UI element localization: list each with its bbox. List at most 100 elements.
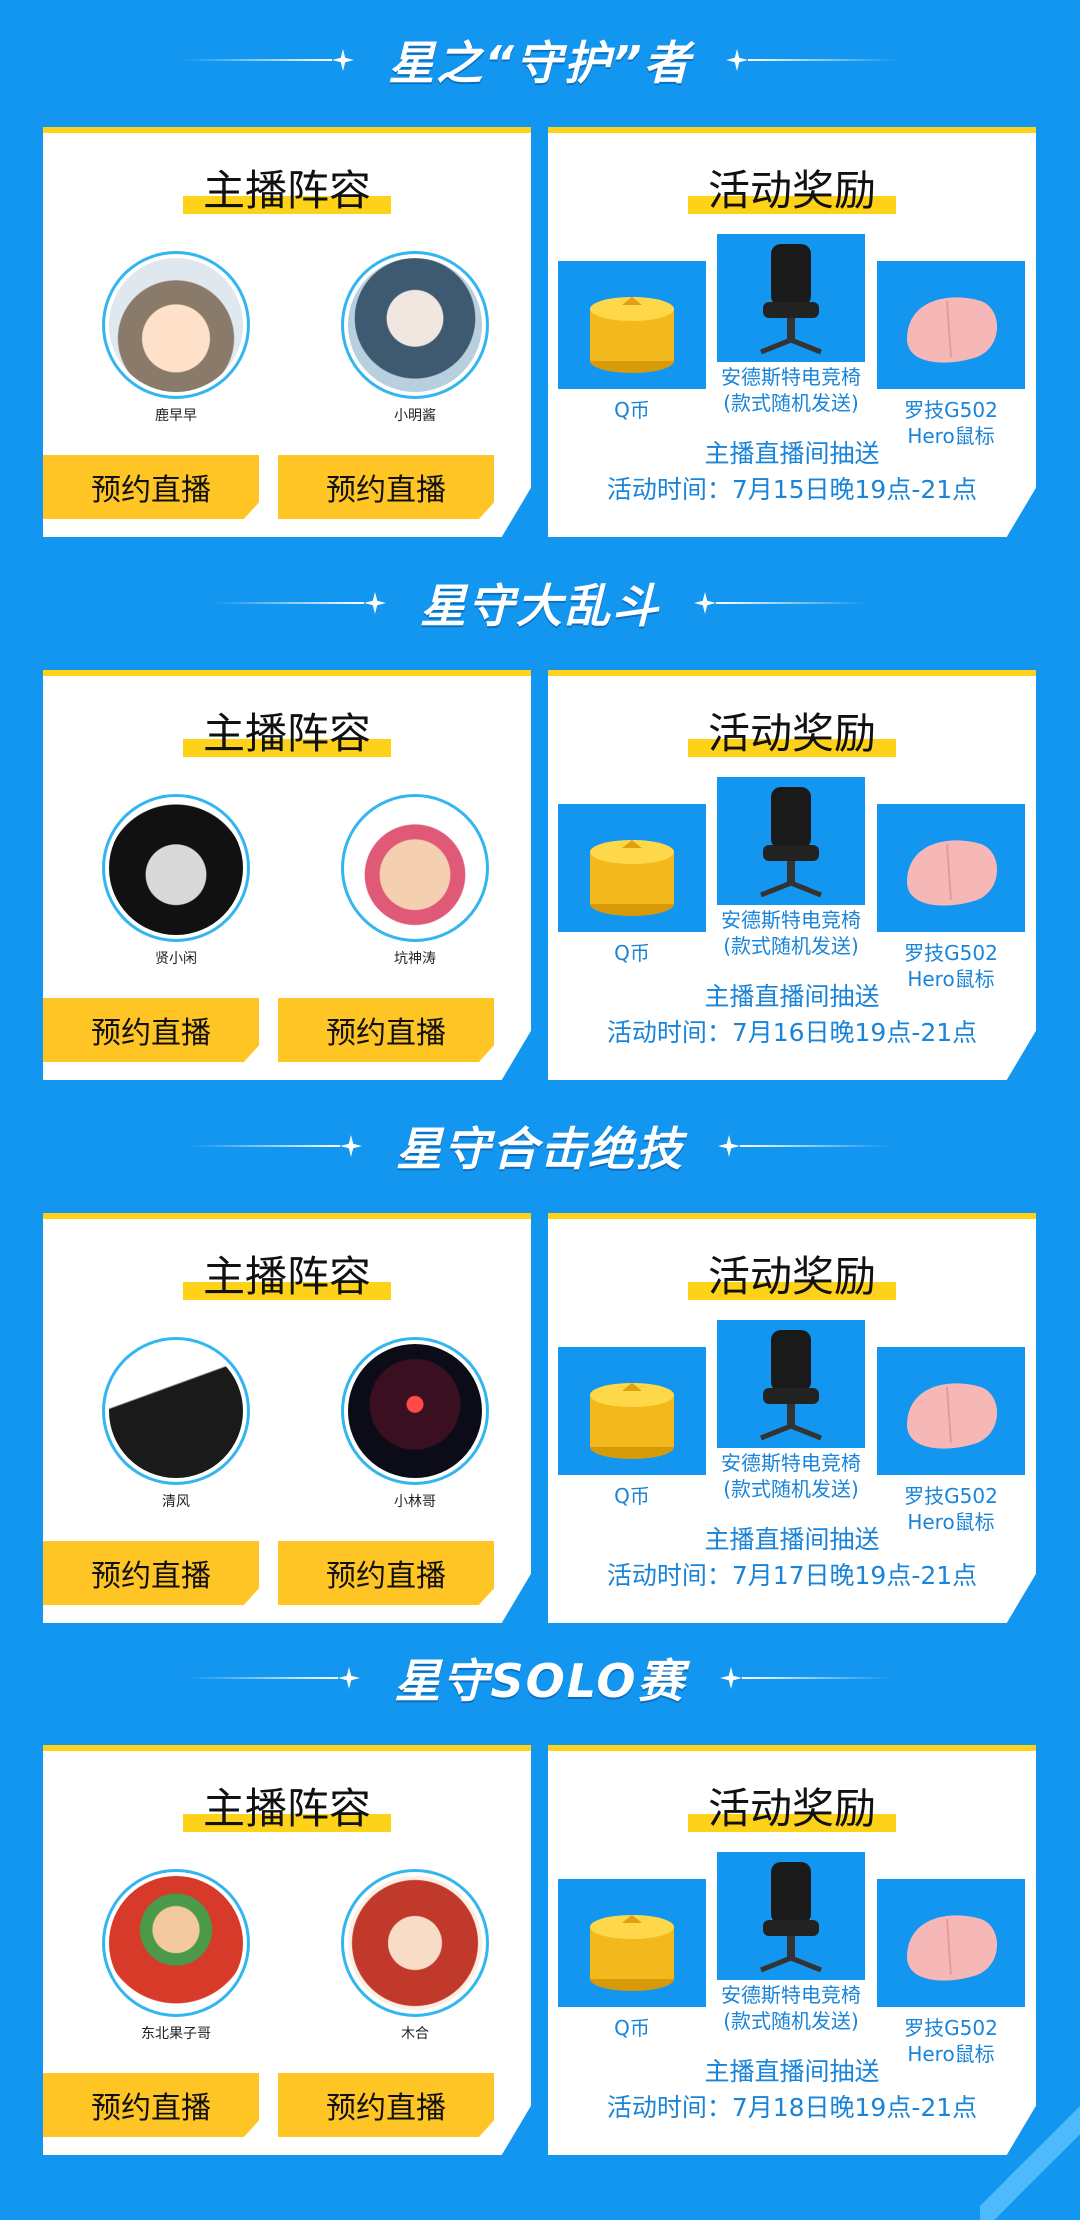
event-time: 活动时间：7月15日晚19点-21点	[606, 475, 978, 504]
sparkle-icon	[364, 592, 386, 614]
book-live-button[interactable]: 预约直播	[43, 2073, 259, 2137]
sparkle-icon	[718, 1135, 740, 1157]
streamer-profile: 木合	[315, 1869, 515, 2042]
prize-label: 安德斯特电竞椅 (款式随机发送)	[721, 908, 861, 958]
reward-heading: 活动奖励	[548, 157, 1036, 218]
title-decoration-right	[718, 1135, 890, 1157]
gaming-chair-icon	[717, 1320, 865, 1448]
coin-stack-icon	[558, 1347, 706, 1475]
coin-stack-icon	[558, 261, 706, 389]
prize-label: Q币	[614, 2016, 650, 2040]
section-title-bar: 星守SOLO赛	[0, 1628, 1080, 1728]
gaming-mouse-icon	[877, 804, 1025, 932]
prize-chair: 安德斯特电竞椅 (款式随机发送)	[717, 1320, 865, 1502]
reward-card: 活动奖励 Q币 安德斯特电竞椅 (款式随机发送) 罗技G502 Hero鼠标 主播直…	[548, 1745, 1036, 2155]
title-decoration-left	[182, 49, 355, 71]
prize-qcoin: Q币	[558, 804, 706, 966]
section-title: 星之“守护”者	[388, 36, 692, 90]
book-live-button[interactable]: 预约直播	[278, 998, 494, 1062]
avatar	[102, 1337, 250, 1485]
gaming-chair-icon	[717, 234, 865, 362]
book-live-button[interactable]: 预约直播	[278, 1541, 494, 1605]
streamer-profile: 贤小闲	[76, 794, 276, 967]
prize-label: Q币	[614, 941, 650, 965]
avatar	[341, 1869, 489, 2017]
title-decoration-left	[188, 1667, 361, 1689]
prize-qcoin: Q币	[558, 1347, 706, 1509]
gaming-chair-icon	[717, 777, 865, 905]
sparkle-icon	[338, 1667, 361, 1689]
prize-label: 安德斯特电竞椅 (款式随机发送)	[721, 1451, 861, 1501]
streamer-profile: 小明酱	[315, 251, 515, 424]
reward-heading: 活动奖励	[548, 1243, 1036, 1304]
streamer-profile: 坑神涛	[315, 794, 515, 967]
prize-mouse: 罗技G502 Hero鼠标	[877, 1879, 1025, 2067]
streamer-name: 小明酱	[394, 408, 436, 424]
prize-chair: 安德斯特电竞椅 (款式随机发送)	[717, 777, 865, 959]
prize-label: Q币	[614, 1484, 650, 1508]
sparkle-icon	[719, 1667, 742, 1689]
sparkle-icon	[694, 592, 716, 614]
streamer-name: 贤小闲	[155, 951, 197, 967]
avatar	[102, 1869, 250, 2017]
avatar	[102, 794, 250, 942]
coin-stack-icon	[558, 1879, 706, 2007]
streamer-lineup-card: 主播阵容 东北果子哥 木合 预约直播 预约直播	[43, 1745, 531, 2155]
prize-label: 安德斯特电竞椅 (款式随机发送)	[721, 1983, 861, 2033]
streamer-profile: 小林哥	[315, 1337, 515, 1510]
book-live-button[interactable]: 预约直播	[43, 455, 259, 519]
title-decoration-left	[214, 592, 386, 614]
prize-chair: 安德斯特电竞椅 (款式随机发送)	[717, 234, 865, 416]
sparkle-icon	[340, 1135, 362, 1157]
streamer-profile: 鹿早早	[76, 251, 276, 424]
streamer-name: 木合	[401, 2026, 429, 2042]
avatar	[341, 1337, 489, 1485]
lineup-heading: 主播阵容	[43, 1775, 531, 1836]
prize-chair: 安德斯特电竞椅 (款式随机发送)	[717, 1852, 865, 2034]
section-title: 星守SOLO赛	[394, 1654, 686, 1708]
sparkle-icon	[725, 49, 748, 71]
streamer-name: 清风	[162, 1494, 190, 1510]
lineup-heading: 主播阵容	[43, 157, 531, 218]
streamer-profile: 东北果子哥	[76, 1869, 276, 2042]
reward-card: 活动奖励 Q币 安德斯特电竞椅 (款式随机发送) 罗技G502 Hero鼠标 主播直…	[548, 127, 1036, 537]
event-time: 活动时间：7月16日晚19点-21点	[606, 1018, 978, 1047]
prize-qcoin: Q币	[558, 261, 706, 423]
streamer-name: 小林哥	[394, 1494, 436, 1510]
book-live-button[interactable]: 预约直播	[43, 998, 259, 1062]
title-decoration-right	[725, 49, 898, 71]
reward-heading: 活动奖励	[548, 1775, 1036, 1836]
reward-heading: 活动奖励	[548, 700, 1036, 761]
lineup-heading: 主播阵容	[43, 1243, 531, 1304]
draw-note: 主播直播间抽送	[704, 439, 880, 468]
section-title: 星守合击绝技	[396, 1122, 684, 1176]
streamer-name: 鹿早早	[155, 408, 197, 424]
gaming-mouse-icon	[877, 1879, 1025, 2007]
section-title: 星守大乱斗	[420, 579, 660, 633]
streamer-lineup-card: 主播阵容 贤小闲 坑神涛 预约直播 预约直播	[43, 670, 531, 1080]
title-decoration-right	[694, 592, 866, 614]
prize-label: Q币	[614, 398, 650, 422]
sparkle-icon	[332, 49, 355, 71]
book-live-button[interactable]: 预约直播	[43, 1541, 259, 1605]
prize-mouse: 罗技G502 Hero鼠标	[877, 261, 1025, 449]
avatar	[341, 794, 489, 942]
reward-card: 活动奖励 Q币 安德斯特电竞椅 (款式随机发送) 罗技G502 Hero鼠标 主播直…	[548, 1213, 1036, 1623]
prize-mouse: 罗技G502 Hero鼠标	[877, 804, 1025, 992]
streamer-profile: 清风	[76, 1337, 276, 1510]
section-title-bar: 星之“守护”者	[0, 10, 1080, 110]
book-live-button[interactable]: 预约直播	[278, 455, 494, 519]
gaming-mouse-icon	[877, 1347, 1025, 1475]
gaming-mouse-icon	[877, 261, 1025, 389]
event-section-1: 星之“守护”者 主播阵容 鹿早早 小明酱 预约直播 预约直播 活动奖励 Q币 安…	[0, 10, 1080, 554]
prize-mouse: 罗技G502 Hero鼠标	[877, 1347, 1025, 1535]
avatar	[341, 251, 489, 399]
event-section-4: 星守SOLO赛 主播阵容 东北果子哥 木合 预约直播 预约直播 活动奖励 Q币 …	[0, 1628, 1080, 2172]
reward-card: 活动奖励 Q币 安德斯特电竞椅 (款式随机发送) 罗技G502 Hero鼠标 主播直…	[548, 670, 1036, 1080]
streamer-name: 坑神涛	[394, 951, 436, 967]
streamer-lineup-card: 主播阵容 清风 小林哥 预约直播 预约直播	[43, 1213, 531, 1623]
draw-note: 主播直播间抽送	[704, 982, 880, 1011]
prize-label: 安德斯特电竞椅 (款式随机发送)	[721, 365, 861, 415]
lineup-heading: 主播阵容	[43, 700, 531, 761]
book-live-button[interactable]: 预约直播	[278, 2073, 494, 2137]
